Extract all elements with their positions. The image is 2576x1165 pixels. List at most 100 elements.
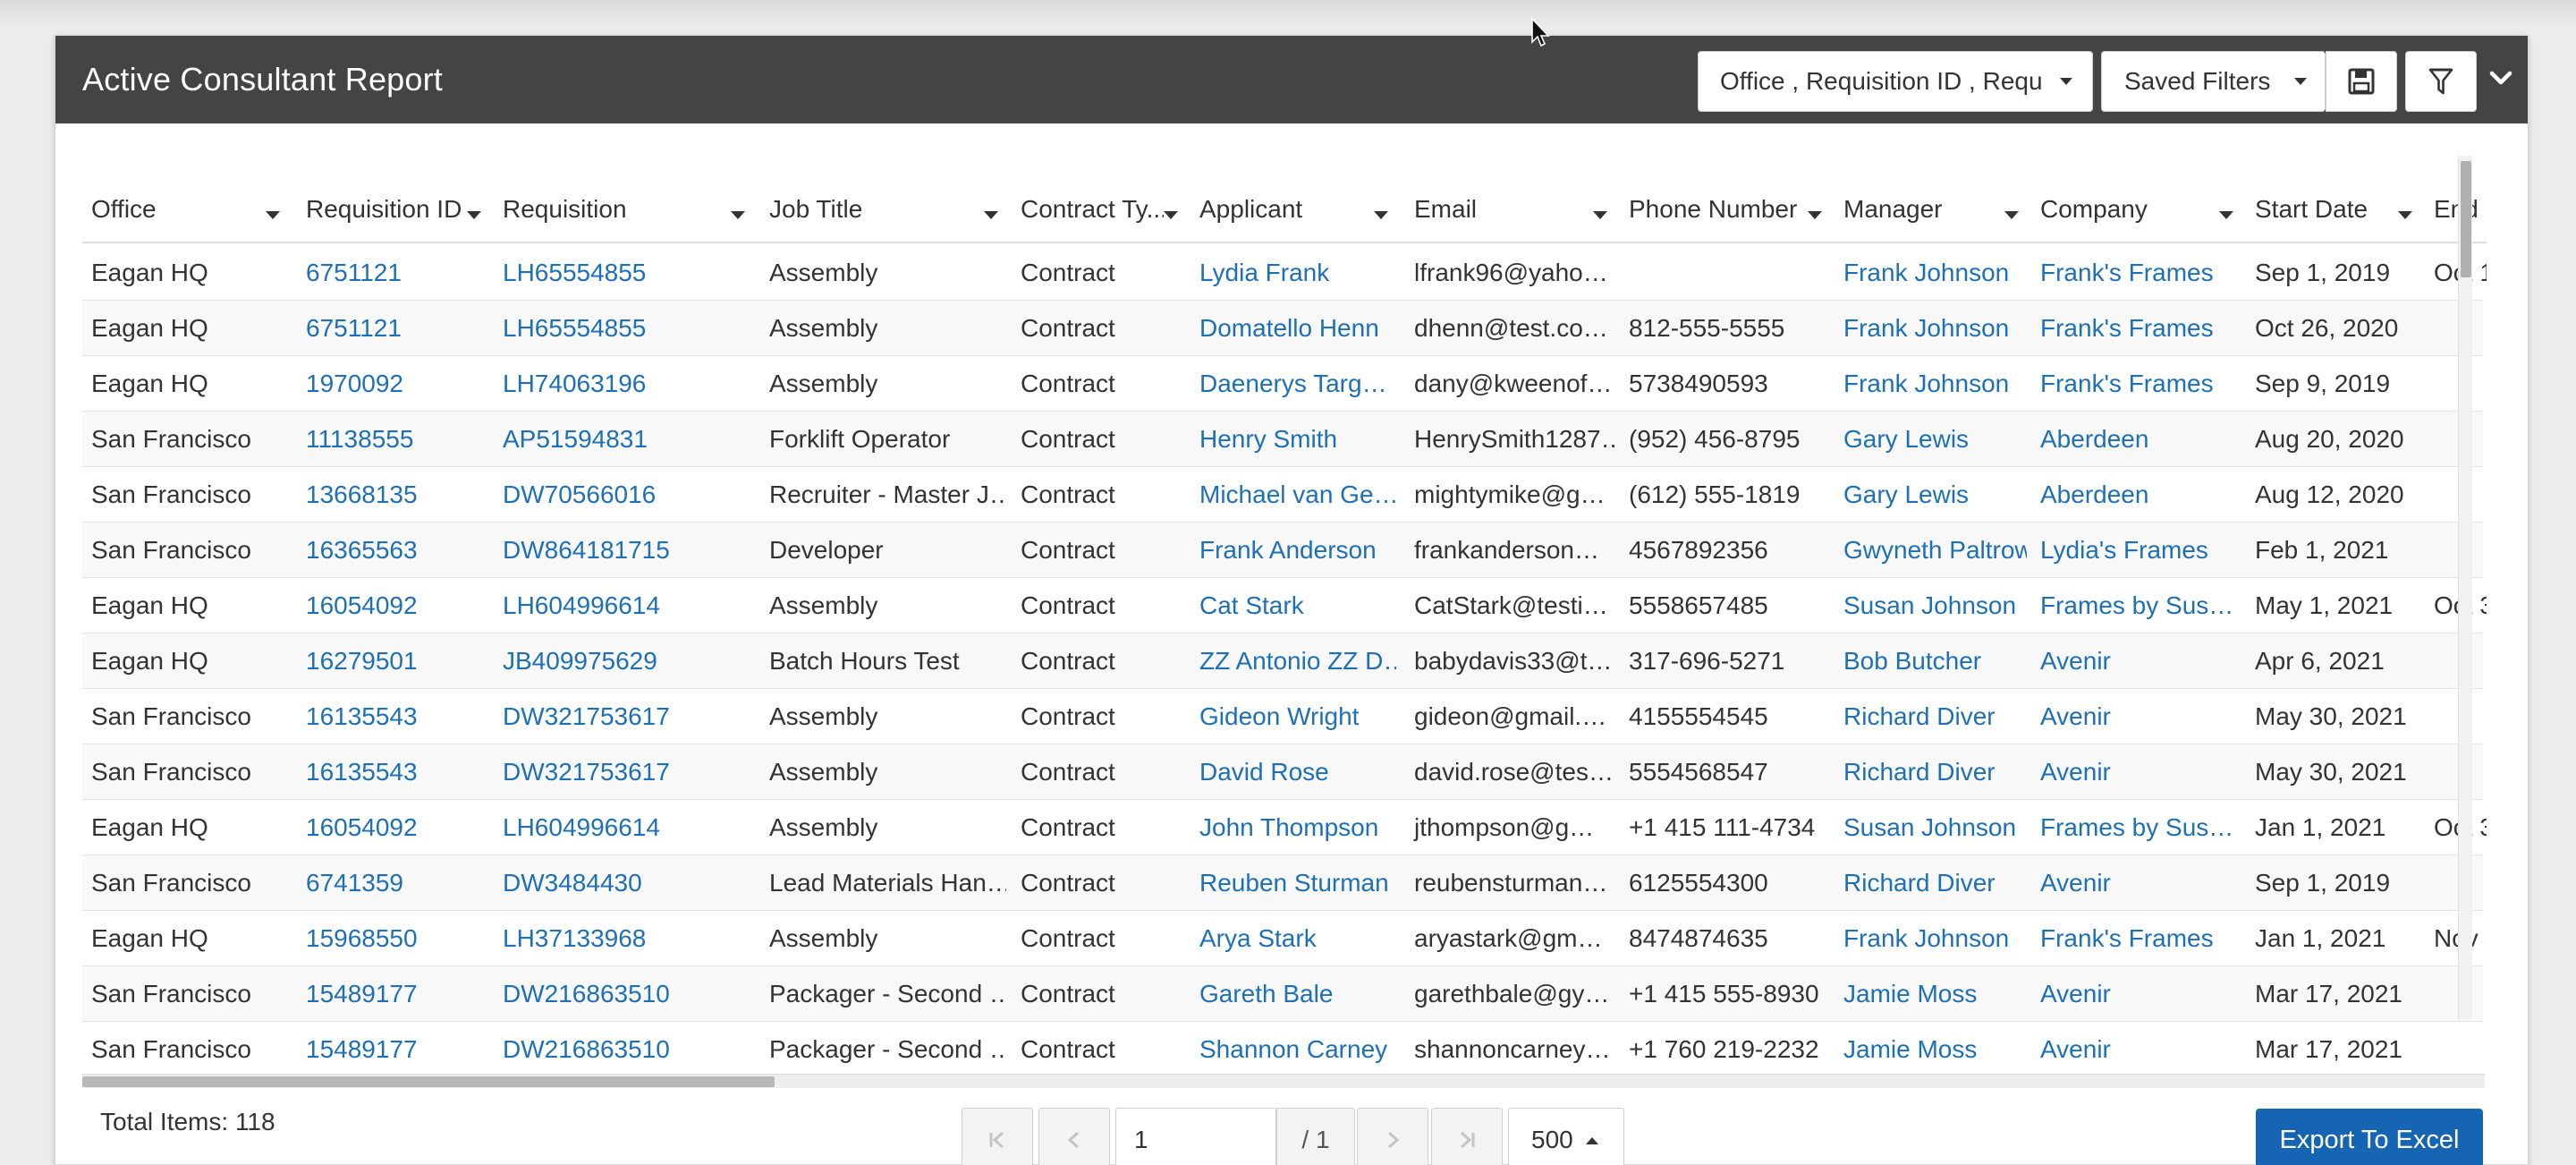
page-size-select[interactable]: 500	[1508, 1108, 1624, 1165]
table-row[interactable]: Eagan HQ 6751121 LH65554855 Assembly Contrac…	[82, 245, 2487, 301]
cell-req-id[interactable]: 16135543	[297, 689, 489, 744]
cell-applicant[interactable]: Frank Anderson	[1191, 523, 1396, 578]
cell-requisition[interactable]: DW216863510	[494, 966, 753, 1022]
table-row[interactable]: Eagan HQ 16054092 LH604996614 Assembly Contr…	[82, 800, 2487, 855]
cell-company[interactable]: Frank's Frames	[2031, 301, 2241, 356]
column-header-manager[interactable]: Manager	[1843, 123, 2036, 243]
cell-req-id[interactable]: 11138555	[297, 412, 489, 467]
column-menu-icon[interactable]	[731, 211, 745, 219]
horizontal-scroll-thumb[interactable]	[82, 1076, 775, 1087]
cell-applicant[interactable]: David Rose	[1191, 744, 1396, 800]
cell-company[interactable]: Frames by Sus…	[2031, 578, 2241, 634]
cell-company[interactable]: Lydia's Frames	[2031, 523, 2241, 578]
table-row[interactable]: San Francisco 16135543 DW321753617 Assembly…	[82, 689, 2483, 744]
cell-applicant[interactable]: Daenerys Targ…	[1191, 356, 1396, 412]
cell-manager[interactable]: Frank Johnson	[1835, 911, 2027, 966]
cell-requisition[interactable]: DW321753617	[494, 689, 753, 744]
column-header-applicant[interactable]: Applicant	[1199, 123, 1405, 243]
cell-company[interactable]: Avenir	[2031, 689, 2241, 744]
cell-company[interactable]: Frames by Sus…	[2031, 800, 2241, 855]
cell-req-id[interactable]: 16054092	[297, 800, 489, 855]
column-menu-icon[interactable]	[984, 211, 998, 219]
cell-req-id[interactable]: 13668135	[297, 467, 489, 523]
cell-manager[interactable]: Frank Johnson	[1835, 356, 2027, 412]
cell-company[interactable]: Avenir	[2031, 855, 2241, 911]
cell-manager[interactable]: Frank Johnson	[1835, 301, 2027, 356]
cell-req-id[interactable]: 15489177	[297, 1022, 489, 1076]
cell-req-id[interactable]: 6751121	[297, 301, 489, 356]
vertical-scroll-thumb[interactable]	[2461, 161, 2471, 277]
cell-applicant[interactable]: Gareth Bale	[1191, 966, 1396, 1022]
cell-requisition[interactable]: AP51594831	[494, 412, 753, 467]
cell-req-id[interactable]: 16365563	[297, 523, 489, 578]
cell-requisition[interactable]: DW216863510	[494, 1022, 753, 1076]
table-row[interactable]: Eagan HQ 16054092 LH604996614 Assembly Contr…	[82, 578, 2487, 634]
cell-manager[interactable]: Richard Diver	[1835, 744, 2027, 800]
column-header-contract-type[interactable]: Contract Ty...	[1021, 123, 1195, 243]
cell-requisition[interactable]: LH74063196	[494, 356, 753, 412]
cell-company[interactable]: Avenir	[2031, 966, 2241, 1022]
cell-applicant[interactable]: Henry Smith	[1191, 412, 1396, 467]
cell-manager[interactable]: Gary Lewis	[1835, 467, 2027, 523]
cell-company[interactable]: Frank's Frames	[2031, 911, 2241, 966]
cell-requisition[interactable]: DW3484430	[494, 855, 753, 911]
cell-manager[interactable]: Bob Butcher	[1835, 634, 2027, 689]
cell-company[interactable]: Avenir	[2031, 1022, 2241, 1076]
cell-applicant[interactable]: Gideon Wright	[1191, 689, 1396, 744]
cell-req-id[interactable]: 15968550	[297, 911, 489, 966]
first-page-button[interactable]	[962, 1108, 1033, 1165]
cell-requisition[interactable]: DW70566016	[494, 467, 753, 523]
column-header-email[interactable]: Email	[1414, 123, 1624, 243]
column-header-req-id[interactable]: Requisition ID	[306, 123, 498, 243]
cell-manager[interactable]: Jamie Moss	[1835, 966, 2027, 1022]
cell-requisition[interactable]: LH65554855	[494, 301, 753, 356]
cell-applicant[interactable]: Michael van Ge…	[1191, 467, 1396, 523]
cell-req-id[interactable]: 15489177	[297, 966, 489, 1022]
column-menu-icon[interactable]	[1593, 211, 1607, 219]
cell-applicant[interactable]: ZZ Antonio ZZ D…	[1191, 634, 1396, 689]
saved-filters-button[interactable]: Saved Filters	[2101, 51, 2326, 112]
cell-manager[interactable]: Richard Diver	[1835, 855, 2027, 911]
column-menu-icon[interactable]	[2398, 211, 2412, 219]
cell-requisition[interactable]: DW321753617	[494, 744, 753, 800]
column-menu-icon[interactable]	[2219, 211, 2233, 219]
cell-applicant[interactable]: Reuben Sturman	[1191, 855, 1396, 911]
column-menu-icon[interactable]	[1808, 211, 1822, 219]
cell-requisition[interactable]: DW864181715	[494, 523, 753, 578]
table-row[interactable]: San Francisco 11138555 AP51594831 Forklift …	[82, 412, 2483, 467]
cell-company[interactable]: Frank's Frames	[2031, 356, 2241, 412]
cell-req-id[interactable]: 16054092	[297, 578, 489, 634]
table-row[interactable]: San Francisco 16135543 DW321753617 Assembly…	[82, 744, 2483, 800]
column-header-start-date[interactable]: Start Date	[2255, 123, 2429, 243]
cell-applicant[interactable]: Cat Stark	[1191, 578, 1396, 634]
cell-manager[interactable]: Susan Johnson	[1835, 578, 2027, 634]
cell-manager[interactable]: Richard Diver	[1835, 689, 2027, 744]
cell-applicant[interactable]: Domatello Henn	[1191, 301, 1396, 356]
column-menu-icon[interactable]	[1164, 211, 1178, 219]
export-to-excel-button[interactable]: Export To Excel	[2256, 1109, 2483, 1165]
cell-requisition[interactable]: LH604996614	[494, 800, 753, 855]
table-row[interactable]: Eagan HQ 15968550 LH37133968 Assembly Contra…	[82, 911, 2487, 966]
column-header-job-title[interactable]: Job Title	[769, 123, 1015, 243]
column-header-company[interactable]: Company	[2040, 123, 2250, 243]
cell-requisition[interactable]: LH65554855	[494, 245, 753, 301]
table-row[interactable]: San Francisco 6741359 DW3484430 Lead Materi…	[82, 855, 2483, 911]
cell-company[interactable]: Aberdeen	[2031, 467, 2241, 523]
cell-company[interactable]: Frank's Frames	[2031, 245, 2241, 301]
cell-manager[interactable]: Gwyneth Paltrow	[1835, 523, 2027, 578]
vertical-scrollbar[interactable]	[2458, 156, 2472, 1020]
cell-requisition[interactable]: LH604996614	[494, 578, 753, 634]
save-filter-button[interactable]	[2326, 51, 2397, 112]
cell-applicant[interactable]: Lydia Frank	[1191, 245, 1396, 301]
cell-manager[interactable]: Gary Lewis	[1835, 412, 2027, 467]
column-header-phone[interactable]: Phone Number	[1629, 123, 1839, 243]
table-row[interactable]: San Francisco 15489177 DW216863510 Packager…	[82, 966, 2483, 1022]
cell-req-id[interactable]: 1970092	[297, 356, 489, 412]
cell-applicant[interactable]: Shannon Carney	[1191, 1022, 1396, 1076]
cell-req-id[interactable]: 16279501	[297, 634, 489, 689]
table-row[interactable]: San Francisco 16365563 DW864181715 Develope…	[82, 523, 2483, 578]
column-header-office[interactable]: Office	[91, 123, 297, 243]
cell-req-id[interactable]: 16135543	[297, 744, 489, 800]
cell-company[interactable]: Avenir	[2031, 634, 2241, 689]
cell-company[interactable]: Aberdeen	[2031, 412, 2241, 467]
